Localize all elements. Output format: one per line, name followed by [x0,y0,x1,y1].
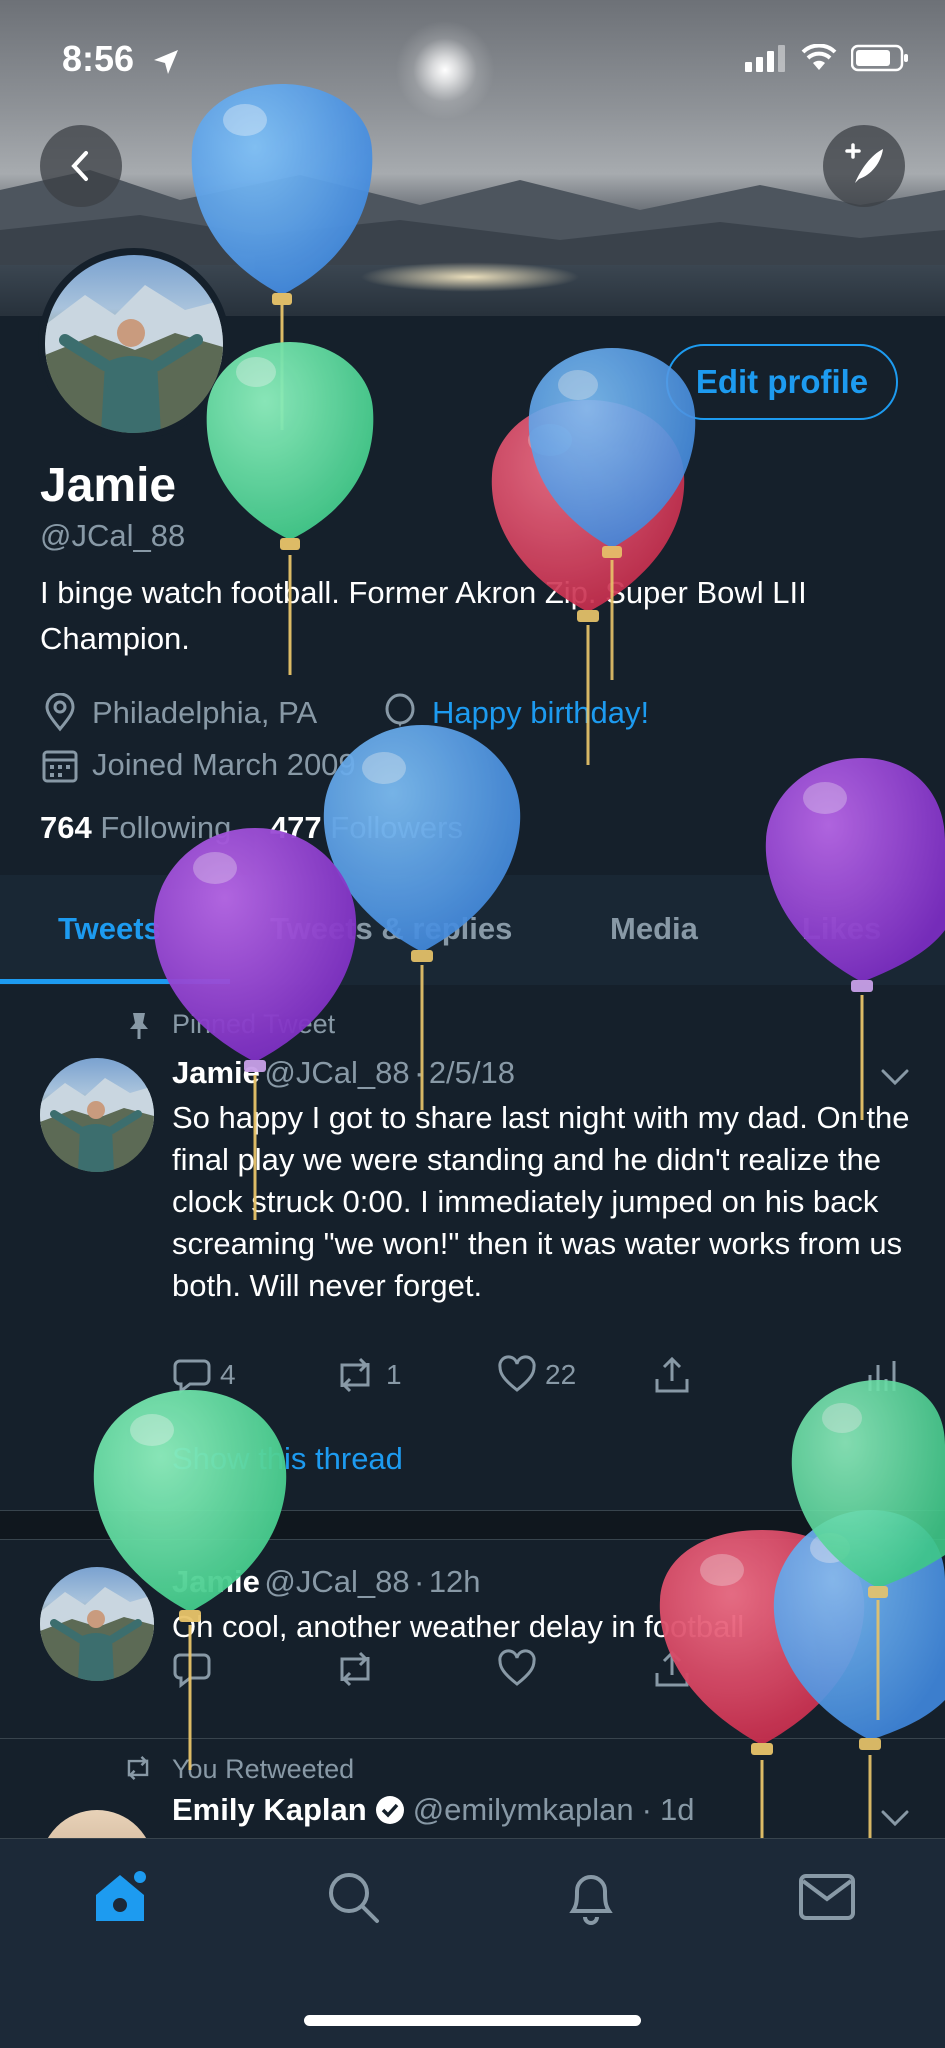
joined-row: Joined March 2009 [40,745,356,785]
feather-plus-icon [845,143,883,183]
followers-count: 477 [269,810,322,845]
reply-icon [173,1359,211,1395]
analytics-button[interactable] [862,1355,902,1395]
tweet-text: Oh cool, another weather delay in footba… [172,1609,745,1644]
profile-name: Jamie [40,459,177,512]
tweet-item[interactable]: You Retweeted Emily Kaplan @emilymkaplan… [0,1740,945,1838]
followers-link[interactable]: 477 Followers [270,810,463,845]
like-button[interactable] [497,1648,537,1696]
profile-handle: @JCal_88 [40,518,186,553]
joined-date: Joined March 2009 [92,747,356,782]
follow-stats: 764 Following 477 Followers [40,810,463,846]
battery-icon [851,44,908,72]
like-count: 22 [545,1359,577,1390]
following-label: Following [100,810,232,845]
reply-count: 4 [220,1359,236,1390]
location-arrow-icon [154,50,178,74]
tweet-author-handle: @JCal_88 [264,1055,410,1090]
compose-tweet-button[interactable] [823,125,905,207]
status-time: 8:56 [62,38,135,79]
wifi-icon [801,44,837,70]
home-icon[interactable] [90,1867,150,1927]
retweet-count: 1 [386,1359,402,1390]
tweet-avatar[interactable] [40,1567,154,1681]
avatar-photo [40,1587,154,1681]
tweet-author-name: Jamie [172,1564,260,1599]
home-indicator [304,2015,641,2026]
tweet-context: You Retweeted [172,1754,355,1784]
tab-likes[interactable]: Likes [802,911,881,947]
like-button[interactable]: 22 [497,1355,576,1395]
active-tab-indicator [0,979,230,984]
location-pin-icon [45,693,75,732]
tweet-item[interactable]: Pinned Tweet Jamie @JCal_88 · 2/5/18 So … [0,985,945,1510]
following-count: 764 [40,810,92,845]
tab-tweets[interactable]: Tweets [58,911,161,947]
calendar-icon [42,750,78,783]
share-icon [655,1356,689,1393]
edit-profile-button[interactable]: Edit profile [666,344,898,420]
tweet-avatar[interactable] [40,1810,154,1838]
share-button[interactable] [652,1355,692,1395]
tweet-author-name: Jamie [172,1055,260,1090]
profile-location: Philadelphia, PA [92,695,318,730]
profile-bio: I binge watch football. Former Akron Zip… [40,575,807,656]
tweet-timestamp: 2/5/18 [428,1055,516,1090]
profile-tabs: Tweets Tweets & replies Media Likes [0,875,945,985]
following-link[interactable]: 764 Following [40,810,231,845]
tweet-header: Jamie @JCal_88 · 2/5/18 [172,1055,516,1090]
tweet-text: So happy I got to share last night with … [172,1100,910,1303]
retweet-icon [340,1357,370,1393]
tweet-avatar[interactable] [40,1058,154,1172]
pin-icon [130,1013,148,1039]
tweet-item[interactable]: Jamie @JCal_88 · 12h Oh cool, another we… [0,1540,945,1740]
tweet-author-handle: @emilymkaplan [412,1792,634,1827]
verified-badge-icon [375,1796,404,1824]
tab-media[interactable]: Media [610,911,698,947]
birthday-link[interactable]: Happy birthday! [432,695,649,731]
tab-tweets-replies[interactable]: Tweets & replies [270,911,512,947]
reply-button[interactable] [172,1649,212,1696]
avatar-photo [40,1078,154,1172]
tweet-context: Pinned Tweet [172,1009,336,1039]
section-divider [0,1510,945,1540]
heart-icon [498,1355,536,1392]
show-thread-link[interactable]: Show this thread [172,1441,403,1477]
chevron-left-icon [71,151,88,181]
profile-screen: 8:56 Edit profile Jamie @JCal_88 I binge… [0,0,945,2048]
tweet-timestamp: 12h [428,1564,481,1599]
avatar-photo [45,285,223,433]
search-icon[interactable] [325,1869,381,1925]
retweet-button[interactable] [332,1649,378,1696]
status-bar: 8:56 [0,32,945,92]
analytics-icon [868,1361,896,1391]
heart-icon [498,1648,536,1686]
messages-icon[interactable] [798,1873,856,1921]
chevron-down-icon[interactable] [880,1065,910,1089]
birthday-row: Happy birthday! [380,693,649,733]
notifications-icon[interactable] [563,1867,619,1927]
profile-avatar[interactable] [38,248,230,440]
tweet-author-handle: @JCal_88 [264,1564,410,1599]
location-row: Philadelphia, PA [40,693,317,733]
followers-label: Followers [330,810,463,845]
share-icon [655,1650,689,1686]
share-button[interactable] [652,1649,692,1696]
reply-icon [173,1653,211,1688]
retweet-button[interactable]: 1 [332,1355,402,1395]
tweet-header: Jamie @JCal_88 · 12h [172,1564,481,1599]
back-button[interactable] [40,125,122,207]
tweet-author-name: Emily Kaplan [172,1792,367,1827]
retweet-icon [340,1651,370,1686]
tweet-header: Emily Kaplan @emilymkaplan · 1d [172,1792,695,1827]
tweet-divider [0,1738,945,1739]
chevron-down-icon[interactable] [880,1806,910,1830]
signal-icon [745,45,785,72]
retweet-context-icon [127,1756,149,1780]
tweet-timestamp: 1d [660,1792,695,1827]
reply-button[interactable]: 4 [172,1355,236,1395]
balloon-icon [385,693,415,727]
